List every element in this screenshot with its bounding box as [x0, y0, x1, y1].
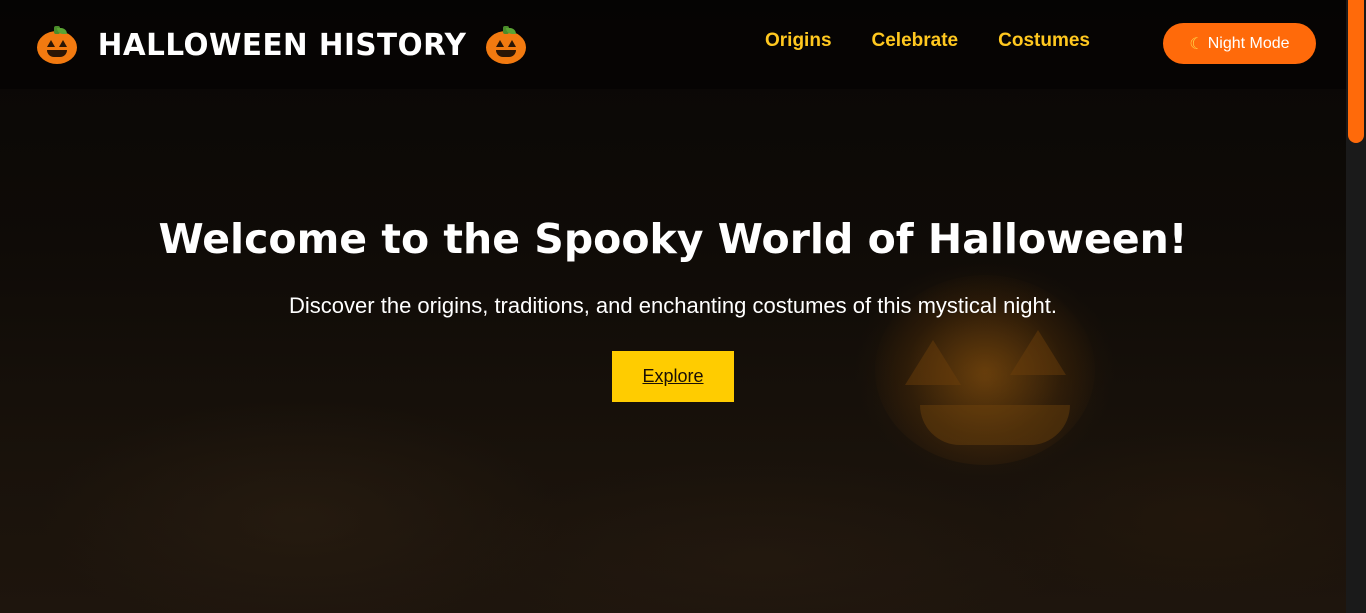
moon-icon: ☾	[1189, 35, 1204, 53]
brand-title: HALLOWEEN HISTORY	[97, 27, 467, 63]
page: HALLOWEEN HISTORY Origins Celebrate Cost…	[0, 0, 1366, 613]
pumpkin-icon	[486, 26, 527, 64]
nav-link-costumes[interactable]: Costumes	[998, 30, 1090, 52]
nav-link-origins[interactable]: Origins	[765, 30, 832, 52]
nav-link-celebrate[interactable]: Celebrate	[872, 30, 959, 52]
night-mode-label: Night Mode	[1207, 34, 1290, 52]
hero-title: Welcome to the Spooky World of Halloween…	[158, 215, 1188, 263]
scrollbar-thumb[interactable]	[1348, 0, 1364, 143]
nav-links: Origins Celebrate Costumes	[765, 30, 1090, 52]
brand[interactable]: HALLOWEEN HISTORY	[37, 24, 527, 66]
background-pumpkin-eye	[905, 340, 961, 385]
explore-button[interactable]: Explore	[612, 351, 734, 402]
pumpkin-icon	[37, 26, 77, 64]
navbar: HALLOWEEN HISTORY Origins Celebrate Cost…	[0, 0, 1346, 89]
background-pumpkin-eye	[1010, 330, 1066, 375]
night-mode-button[interactable]: ☾ Night Mode	[1163, 23, 1316, 64]
scrollbar[interactable]	[1346, 0, 1366, 613]
background-pumpkin-mouth	[920, 405, 1070, 445]
hero-subtitle: Discover the origins, traditions, and en…	[289, 293, 1057, 318]
